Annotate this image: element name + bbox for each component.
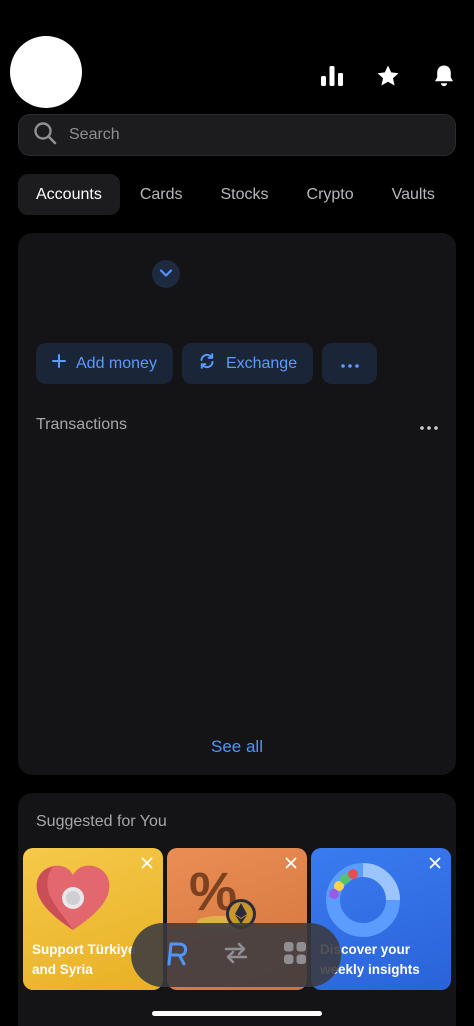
apps-grid-icon — [283, 941, 307, 970]
exchange-label: Exchange — [225, 354, 298, 372]
analytics-icon[interactable] — [320, 64, 344, 88]
close-icon[interactable] — [285, 856, 299, 870]
more-actions-button[interactable] — [322, 343, 378, 384]
account-tabs: Accounts Cards Stocks Crypto Vaults — [18, 174, 453, 215]
star-icon[interactable] — [376, 64, 400, 88]
header-actions — [320, 64, 456, 88]
revolut-home-icon — [165, 940, 189, 971]
account-actions: Add money Exchange — [36, 343, 378, 384]
close-icon[interactable] — [141, 856, 155, 870]
see-all-link[interactable]: See all — [18, 737, 456, 757]
insights-donut-icon — [323, 860, 403, 945]
nav-hub[interactable] — [275, 935, 315, 975]
add-money-button[interactable]: Add money — [36, 343, 173, 384]
account-card: Add money Exchange Transactions See all — [18, 233, 456, 775]
nav-home[interactable] — [157, 935, 197, 975]
exchange-icon — [198, 352, 216, 375]
tab-vaults[interactable]: Vaults — [374, 174, 453, 215]
search-icon — [33, 121, 57, 150]
search-input[interactable] — [69, 126, 409, 144]
bottom-nav — [131, 923, 341, 987]
transactions-title: Transactions — [36, 416, 127, 433]
transfer-icon — [223, 942, 249, 969]
close-icon[interactable] — [429, 856, 443, 870]
tab-stocks[interactable]: Stocks — [203, 174, 287, 215]
bell-icon[interactable] — [432, 64, 456, 88]
nav-transfers[interactable] — [216, 935, 256, 975]
tab-cards[interactable]: Cards — [122, 174, 201, 215]
heart-icon — [33, 862, 113, 939]
home-indicator — [152, 1011, 322, 1016]
exchange-button[interactable]: Exchange — [181, 343, 314, 384]
transactions-menu-icon[interactable] — [420, 417, 438, 435]
avatar[interactable] — [10, 36, 82, 108]
tab-accounts[interactable]: Accounts — [18, 174, 120, 215]
plus-icon — [52, 354, 66, 373]
add-money-label: Add money — [76, 354, 157, 372]
account-switcher-button[interactable] — [152, 260, 180, 288]
more-dots-icon — [340, 355, 359, 373]
search-bar[interactable] — [18, 114, 456, 156]
suggested-section: Suggested for You Support Türkiye and Sy… — [18, 793, 456, 1026]
suggested-title: Suggested for You — [36, 813, 167, 830]
tab-crypto[interactable]: Crypto — [289, 174, 372, 215]
chevron-down-icon — [159, 265, 173, 283]
